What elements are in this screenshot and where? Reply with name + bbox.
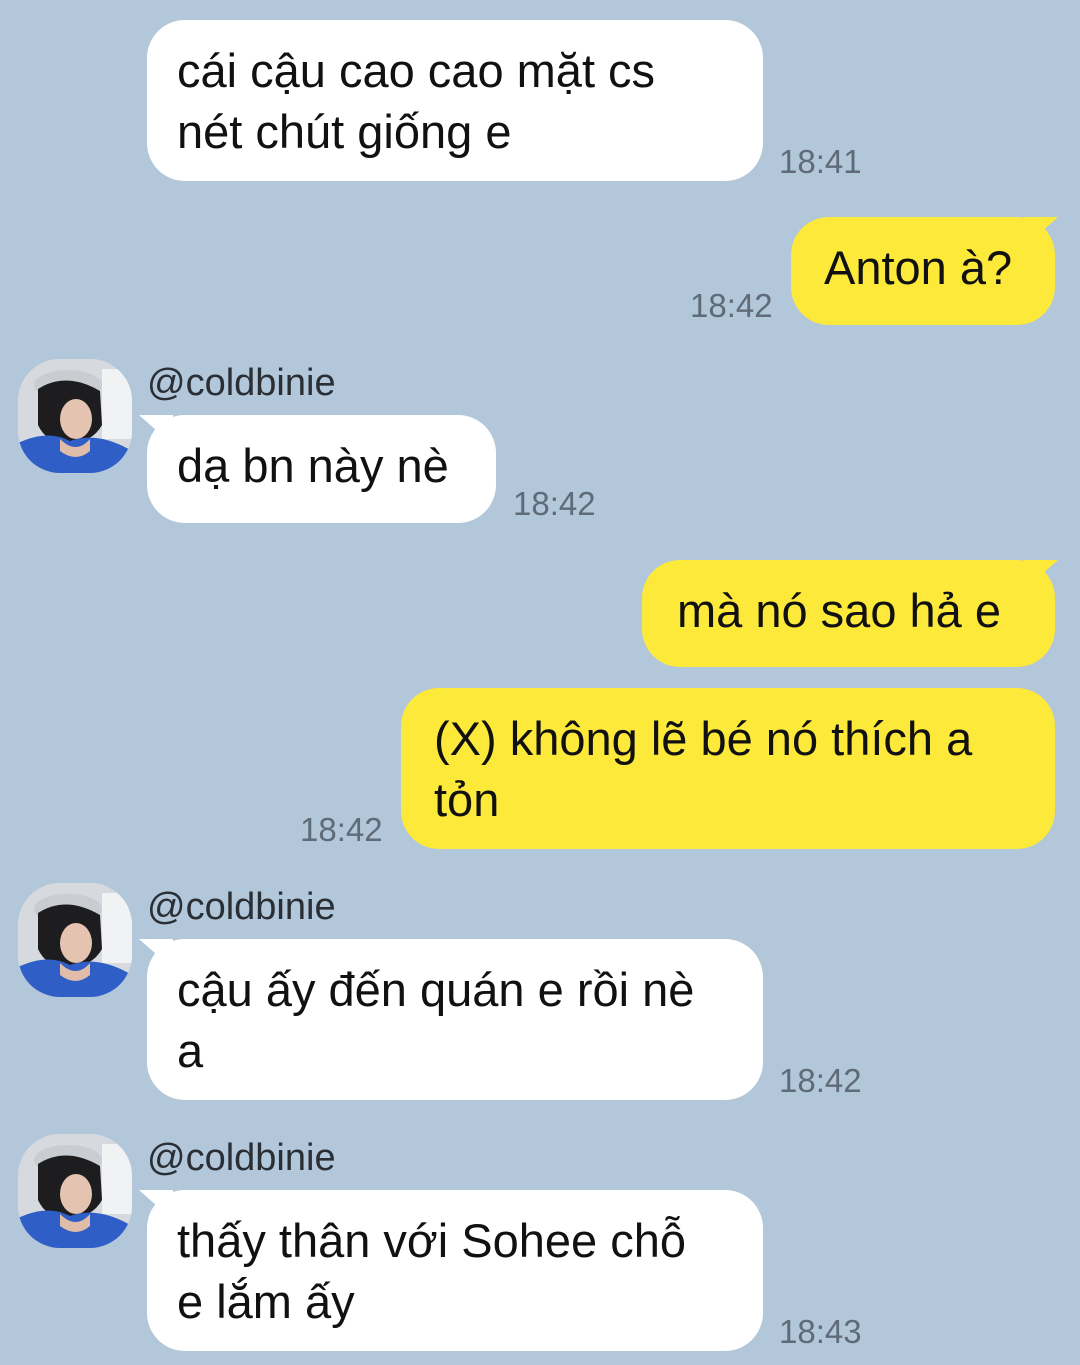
message-timestamp: 18:42 (779, 1062, 862, 1099)
message-bubble-incoming[interactable]: dạ bn này nè (147, 415, 496, 523)
sender-avatar-profile-photo-icon[interactable] (18, 883, 132, 997)
sender-name: @coldbinie (147, 1137, 336, 1179)
message-bubble-incoming[interactable]: cậu ấy đến quán e rồi nè a (147, 939, 763, 1100)
message-bubble-outgoing[interactable]: mà nó sao hả e (642, 560, 1055, 667)
message-bubble-incoming[interactable]: thấy thân với Sohee chỗ e lắm ấy (147, 1190, 763, 1351)
message-timestamp: 18:43 (779, 1313, 862, 1350)
message-timestamp: 18:42 (513, 485, 596, 522)
message-bubble-outgoing[interactable]: Anton à? (791, 217, 1055, 325)
sender-avatar-profile-photo-icon[interactable] (18, 1134, 132, 1248)
message-timestamp: 18:42 (300, 811, 383, 848)
message-bubble-incoming[interactable]: cái cậu cao cao mặt cs nét chút giống e (147, 20, 763, 181)
message-timestamp: 18:41 (779, 143, 862, 180)
chat-conversation: cái cậu cao cao mặt cs nét chút giống e … (0, 0, 1080, 1365)
sender-avatar-profile-photo-icon[interactable] (18, 359, 132, 473)
sender-name: @coldbinie (147, 362, 336, 404)
sender-name: @coldbinie (147, 886, 336, 928)
message-timestamp: 18:42 (690, 287, 773, 324)
message-bubble-outgoing[interactable]: (X) không lẽ bé nó thích a tỏn (401, 688, 1055, 849)
